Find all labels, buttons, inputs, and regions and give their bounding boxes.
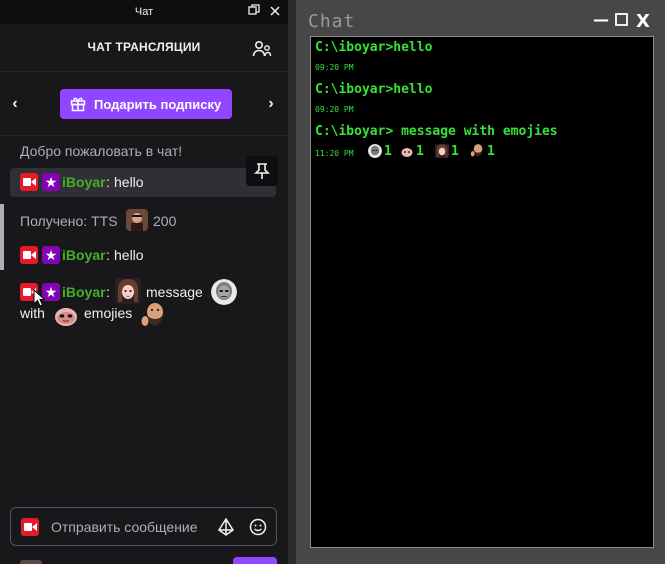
pin-message-button[interactable] xyxy=(246,156,278,186)
broadcaster-badge-icon[interactable] xyxy=(21,518,39,536)
restore-window-icon[interactable] xyxy=(246,3,262,21)
gift-button-label: Подарить подписку xyxy=(94,97,222,112)
bits-emote-icon xyxy=(126,209,148,231)
emote-count: 1 xyxy=(416,144,424,159)
chat-input-placeholder: Отправить сообщение xyxy=(51,519,198,535)
close-icon[interactable]: X xyxy=(636,11,650,32)
chat-header: ЧАТ ТРАНСЛЯЦИИ xyxy=(0,24,288,72)
next-arrow-icon[interactable]: › xyxy=(265,94,277,114)
star-badge-icon[interactable]: ★ xyxy=(42,173,60,191)
broadcaster-badge-icon[interactable] xyxy=(20,173,38,191)
terminal-timestamp: 09:20 PM xyxy=(315,105,354,114)
star-badge-icon[interactable]: ★ xyxy=(42,246,60,264)
minimize-icon[interactable]: — xyxy=(593,10,609,29)
bits-icon[interactable] xyxy=(217,517,235,541)
pink-creature-emote-icon xyxy=(400,145,414,157)
emote-count: 1 xyxy=(487,144,495,159)
username[interactable]: iBoyar xyxy=(62,284,106,300)
window-titlebar: Чат xyxy=(0,0,288,24)
pin-icon xyxy=(254,163,270,179)
gift-sub-bar: ‹ Подарить подписку › xyxy=(0,72,288,136)
bearded-man-emote-icon xyxy=(470,143,485,158)
message-separator: : xyxy=(106,174,110,190)
chat-send-button[interactable] xyxy=(233,557,277,564)
emote-picker-icon[interactable] xyxy=(249,518,267,541)
message-text: hello xyxy=(114,174,144,190)
highlight-bar xyxy=(0,204,4,270)
chat-input[interactable]: Отправить сообщение xyxy=(10,507,277,546)
bald-man-emote-icon xyxy=(368,144,382,158)
username[interactable]: iBoyar xyxy=(62,174,106,190)
chat-message[interactable]: ★ iBoyar : hello xyxy=(10,168,276,197)
welcome-message: Добро пожаловать в чат! xyxy=(20,143,183,159)
chat-header-title: ЧАТ ТРАНСЛЯЦИИ xyxy=(87,40,201,54)
message-word: message xyxy=(146,284,203,300)
chat-message[interactable]: ★ iBoyar : message with emojies xyxy=(20,276,270,332)
window-title: Чат xyxy=(134,6,154,18)
twitch-chat-window: Чат ЧАТ ТРАНСЛЯЦИИ ‹ Подарить подписку ›… xyxy=(0,0,288,564)
tts-amount: 200 xyxy=(153,213,177,229)
terminal-timestamp: 09:20 PM xyxy=(315,63,354,72)
terminal-command-line: C:\iboyar>hello xyxy=(315,40,433,55)
avatar[interactable] xyxy=(20,560,42,564)
terminal-command-line: C:\iboyar> message with emojies xyxy=(315,124,558,139)
emote-count: 1 xyxy=(451,144,459,159)
message-word: emojies xyxy=(84,305,133,321)
bald-man-emote-icon[interactable] xyxy=(211,279,237,305)
terminal-command-line: C:\iboyar>hello xyxy=(315,82,433,97)
bearded-man-emote-icon[interactable] xyxy=(140,301,168,329)
emote-count: 1 xyxy=(384,144,392,159)
mouse-cursor-icon xyxy=(33,288,46,312)
message-separator: : xyxy=(106,284,110,300)
username[interactable]: iBoyar xyxy=(62,247,106,263)
anime-girl-emote-icon[interactable] xyxy=(115,278,141,304)
gift-icon xyxy=(70,96,86,112)
close-window-icon[interactable] xyxy=(267,3,283,21)
tts-prefix: Получено: TTS xyxy=(20,213,118,229)
terminal-chat-window: Chat — X C:\iboyar>hello 09:20 PM C:\ibo… xyxy=(296,0,665,564)
terminal-title: Chat xyxy=(308,11,356,32)
pink-creature-emote-icon[interactable] xyxy=(53,304,79,328)
gift-subscription-button[interactable]: Подарить подписку xyxy=(60,89,232,119)
message-text: hello xyxy=(114,247,144,263)
terminal-timestamp: 11:20 PM xyxy=(315,149,354,158)
message-separator: : xyxy=(106,247,110,263)
terminal-screen: C:\iboyar>hello 09:20 PM C:\iboyar>hello… xyxy=(310,36,654,548)
broadcaster-badge-icon[interactable] xyxy=(20,246,38,264)
prev-arrow-icon[interactable]: ‹ xyxy=(9,94,21,114)
community-users-icon[interactable] xyxy=(252,40,272,58)
anime-girl-emote-icon xyxy=(435,144,449,158)
maximize-icon[interactable] xyxy=(615,13,628,28)
